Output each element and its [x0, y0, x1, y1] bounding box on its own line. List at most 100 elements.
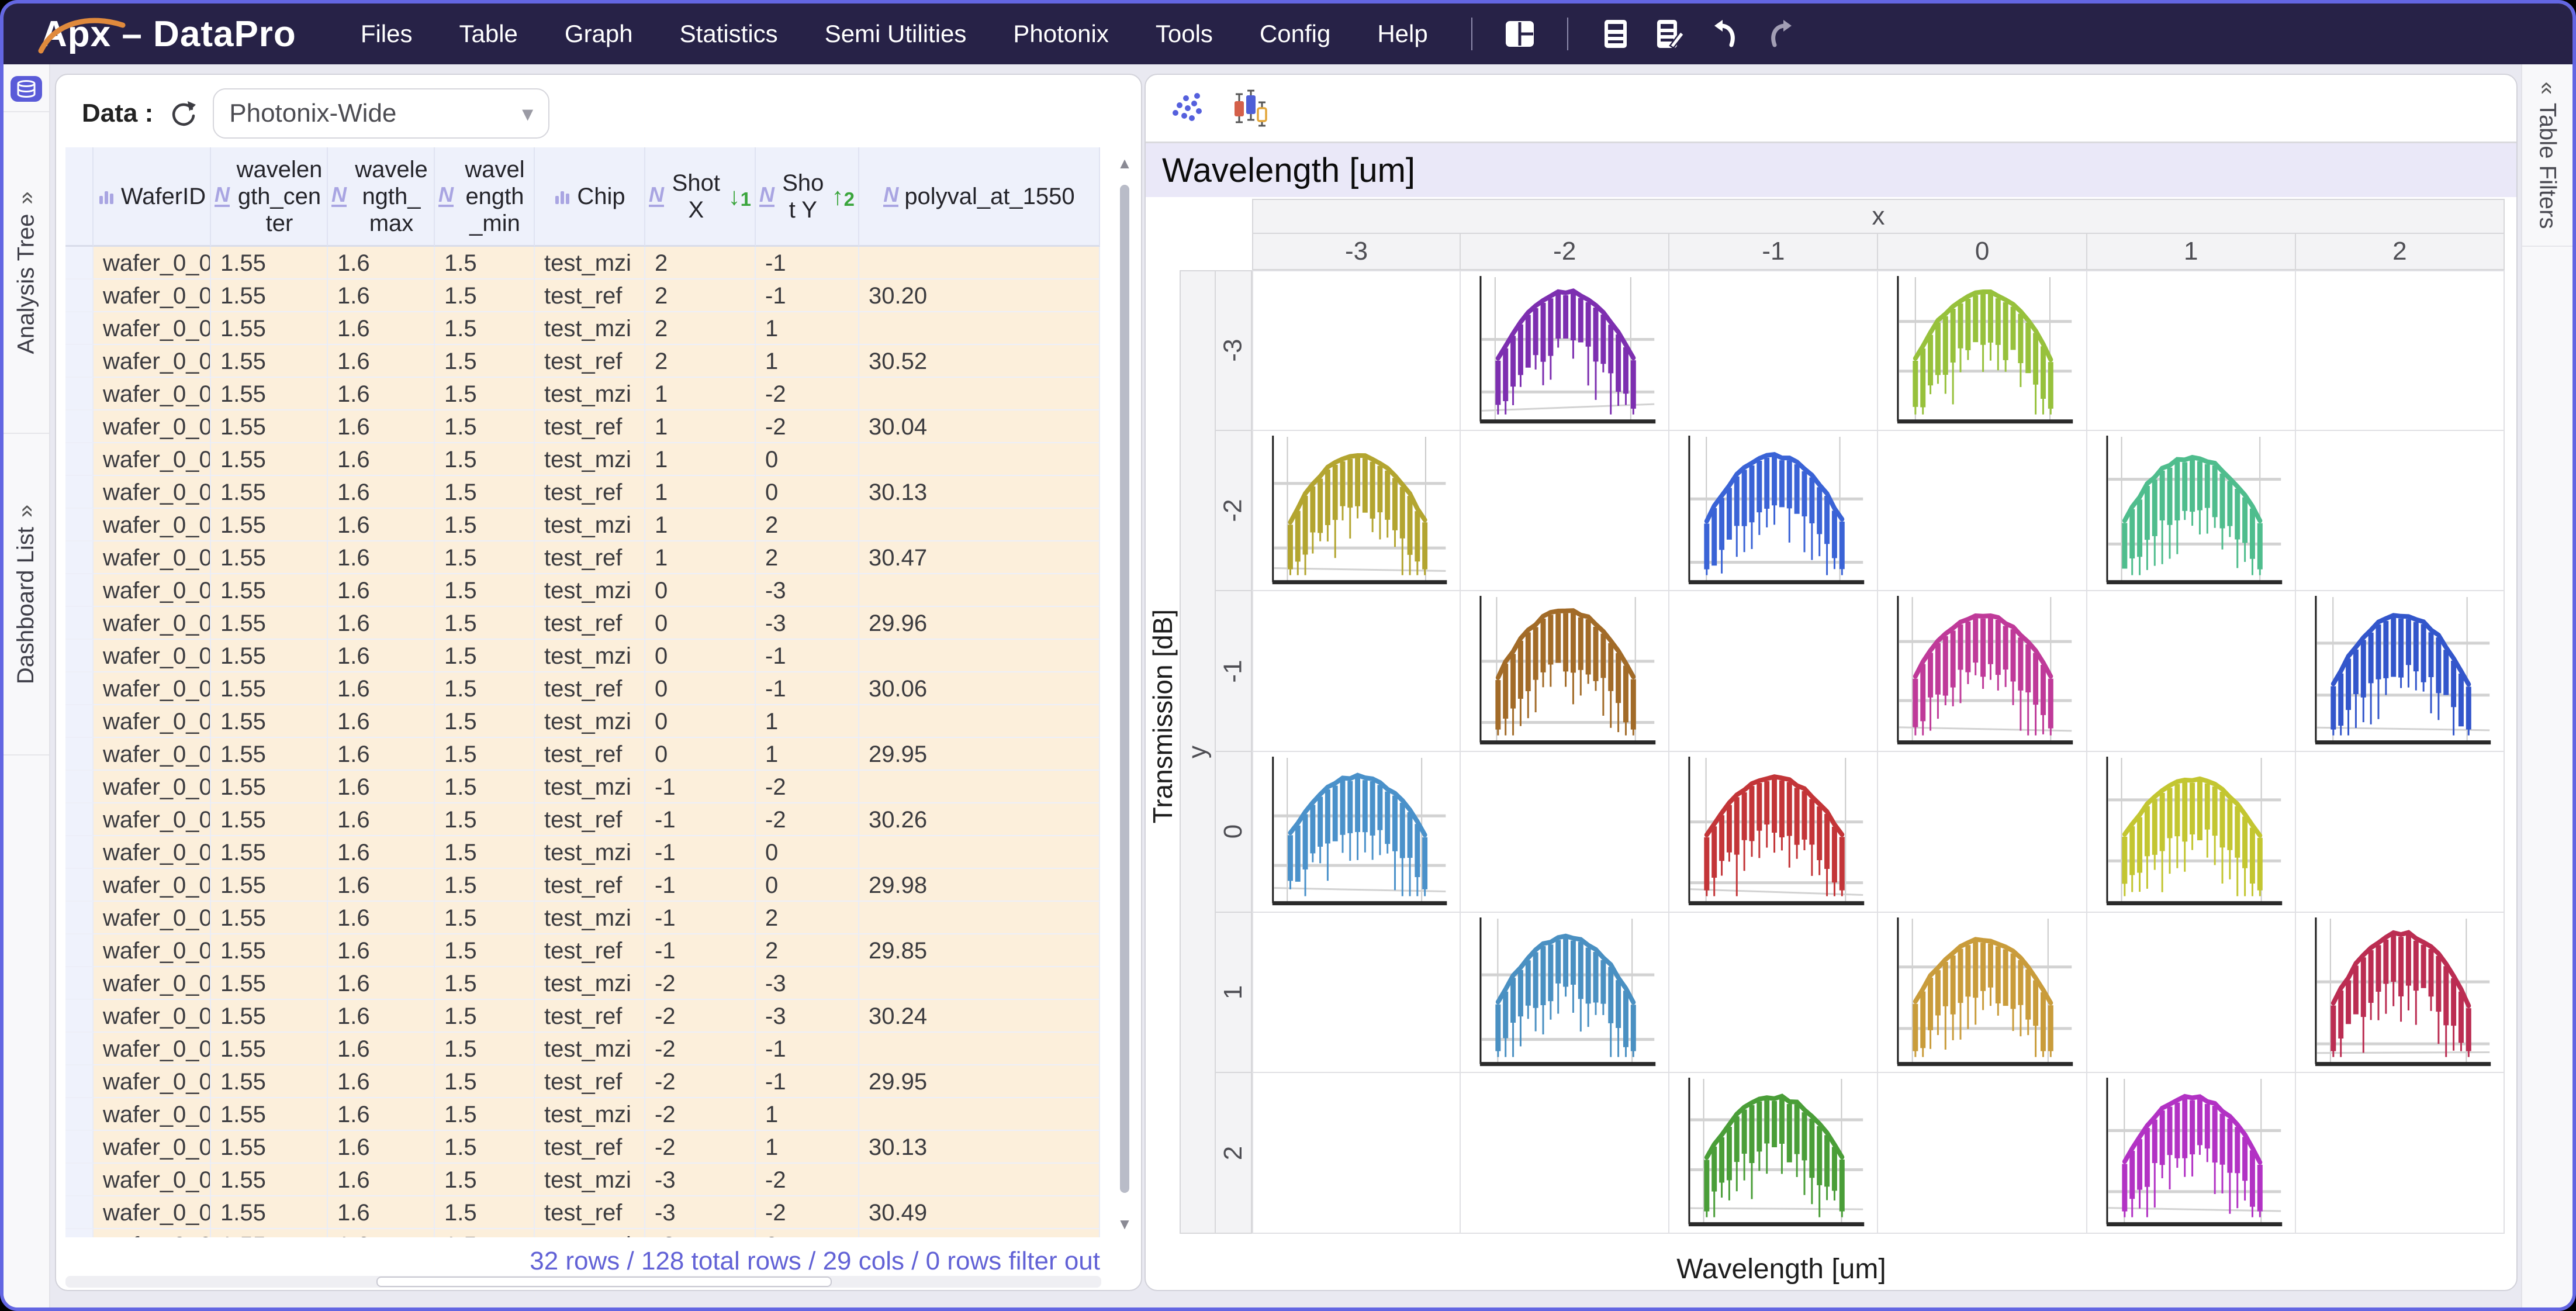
table-cell[interactable]: -3 [645, 1164, 756, 1196]
table-cell[interactable]: 1.5 [435, 1065, 535, 1098]
table-cell[interactable]: test_mzi [535, 509, 645, 541]
facet-cell-x-2-y-1[interactable] [1461, 591, 1669, 752]
table-cell[interactable]: 1.55 [211, 1098, 328, 1131]
table-cell[interactable]: 1.55 [211, 280, 328, 312]
table-cell[interactable]: 30.13 [859, 476, 1100, 509]
table-cell[interactable]: wafer_0_0 [94, 247, 211, 280]
table-cell[interactable]: test_ref [535, 541, 645, 574]
table-cell[interactable]: -2 [645, 967, 756, 1000]
table-cell[interactable]: 1.5 [435, 1033, 535, 1065]
table-cell[interactable]: 1.6 [328, 1131, 435, 1164]
table-cell[interactable]: 1 [645, 443, 756, 476]
table-cell[interactable]: 1.55 [211, 836, 328, 869]
table-cell[interactable]: 1.5 [435, 934, 535, 967]
table-cell[interactable]: 30.26 [859, 803, 1100, 836]
table-cell[interactable] [859, 574, 1100, 607]
undo-icon[interactable] [1710, 18, 1741, 50]
table-cell[interactable]: test_ref [535, 672, 645, 705]
table-cell[interactable]: wafer_0_0 [94, 771, 211, 803]
table-cell[interactable]: 1 [756, 312, 859, 345]
menu-tools[interactable]: Tools [1132, 20, 1236, 48]
table-cell[interactable]: wafer_0_0 [94, 738, 211, 771]
table-cell[interactable]: wafer_0_0 [94, 378, 211, 410]
table-cell[interactable]: 1.5 [435, 1164, 535, 1196]
table-cell[interactable]: 1.55 [211, 1033, 328, 1065]
table-cell[interactable]: 1.5 [435, 869, 535, 902]
menu-photonix[interactable]: Photonix [990, 20, 1132, 48]
facet-cell-x1-y-2[interactable] [2087, 431, 2296, 592]
table-cell[interactable]: test_mzi [535, 640, 645, 672]
table-cell[interactable]: test_mzi [535, 771, 645, 803]
table-cell[interactable]: 1.6 [328, 1164, 435, 1196]
table-cell[interactable]: 1 [756, 705, 859, 738]
table-cell[interactable]: -3 [645, 1196, 756, 1229]
table-cell[interactable]: 1.55 [211, 443, 328, 476]
table-cell[interactable] [859, 247, 1100, 280]
table-cell[interactable]: 1.5 [435, 1229, 535, 1237]
table-cell[interactable]: 1.6 [328, 345, 435, 378]
menu-semi-utilities[interactable]: Semi Utilities [801, 20, 990, 48]
table-cell[interactable]: -3 [756, 1000, 859, 1033]
table-cell[interactable] [859, 1098, 1100, 1131]
table-cell[interactable] [859, 836, 1100, 869]
table-cell[interactable]: -2 [756, 771, 859, 803]
table-cell[interactable] [859, 1229, 1100, 1237]
scroll-up-icon[interactable]: ▲ [1116, 153, 1133, 173]
menu-table[interactable]: Table [436, 20, 541, 48]
table-cell[interactable]: test_ref [535, 476, 645, 509]
save-edited-table-icon[interactable] [1655, 18, 1686, 50]
table-cell[interactable]: 1 [756, 345, 859, 378]
table-cell[interactable]: wafer_0_0 [94, 902, 211, 934]
save-table-icon[interactable] [1600, 18, 1631, 50]
table-cell[interactable]: 1 [756, 1098, 859, 1131]
menu-files[interactable]: Files [337, 20, 436, 48]
table-cell[interactable]: -1 [756, 640, 859, 672]
facet-cell-x-3-y0[interactable] [1252, 752, 1461, 913]
table-cell[interactable] [859, 378, 1100, 410]
table-cell[interactable]: 1.6 [328, 509, 435, 541]
dataset-select[interactable]: Photonix-Wide ▾ [213, 88, 549, 139]
table-cell[interactable]: test_ref [535, 869, 645, 902]
table-cell[interactable]: 1.5 [435, 1196, 535, 1229]
table-cell[interactable]: 1.6 [328, 247, 435, 280]
table-cell[interactable]: 1 [645, 509, 756, 541]
table-cell[interactable]: test_mzi [535, 1229, 645, 1237]
table-cell[interactable]: test_mzi [535, 1098, 645, 1131]
table-cell[interactable]: 30.49 [859, 1196, 1100, 1229]
table-cell[interactable]: 2 [645, 280, 756, 312]
menu-help[interactable]: Help [1354, 20, 1451, 48]
table-cell[interactable]: 1 [645, 476, 756, 509]
table-cell[interactable]: test_ref [535, 934, 645, 967]
table-cell[interactable] [859, 902, 1100, 934]
facet-cell-x0-y-3[interactable] [1878, 270, 2087, 431]
facet-cell-x2-y1[interactable] [2296, 913, 2505, 1074]
table-cell[interactable]: 1.5 [435, 476, 535, 509]
scrollbar-thumb[interactable] [1120, 185, 1129, 1193]
table-cell[interactable]: 1.5 [435, 410, 535, 443]
table-cell[interactable]: test_mzi [535, 1164, 645, 1196]
table-cell[interactable]: 1.5 [435, 443, 535, 476]
table-cell[interactable]: 1.6 [328, 443, 435, 476]
table-cell[interactable]: wafer_0_0 [94, 1229, 211, 1237]
table-cell[interactable] [859, 1164, 1100, 1196]
table-cell[interactable]: 1.55 [211, 672, 328, 705]
facet-cell-x-3-y-2[interactable] [1252, 431, 1461, 592]
table-cell[interactable]: 30.24 [859, 1000, 1100, 1033]
table-cell[interactable]: 1.5 [435, 574, 535, 607]
table-cell[interactable]: -2 [645, 1065, 756, 1098]
table-cell[interactable] [859, 771, 1100, 803]
menu-config[interactable]: Config [1236, 20, 1354, 48]
table-cell[interactable]: 1 [645, 378, 756, 410]
table-cell[interactable]: 1.6 [328, 1000, 435, 1033]
table-cell[interactable]: -2 [756, 803, 859, 836]
facet-cell-x0-y-1[interactable] [1878, 591, 2087, 752]
table-cell[interactable]: 1.6 [328, 1098, 435, 1131]
table-cell[interactable]: 1.55 [211, 1229, 328, 1237]
facet-cell-x-1-y-2[interactable] [1669, 431, 1878, 592]
table-cell[interactable]: wafer_0_0 [94, 803, 211, 836]
table-cell[interactable]: 30.13 [859, 1131, 1100, 1164]
table-cell[interactable]: 1.55 [211, 1000, 328, 1033]
table-cell[interactable]: 1.6 [328, 803, 435, 836]
data-manager-button[interactable] [11, 76, 42, 102]
table-cell[interactable]: 1.5 [435, 902, 535, 934]
